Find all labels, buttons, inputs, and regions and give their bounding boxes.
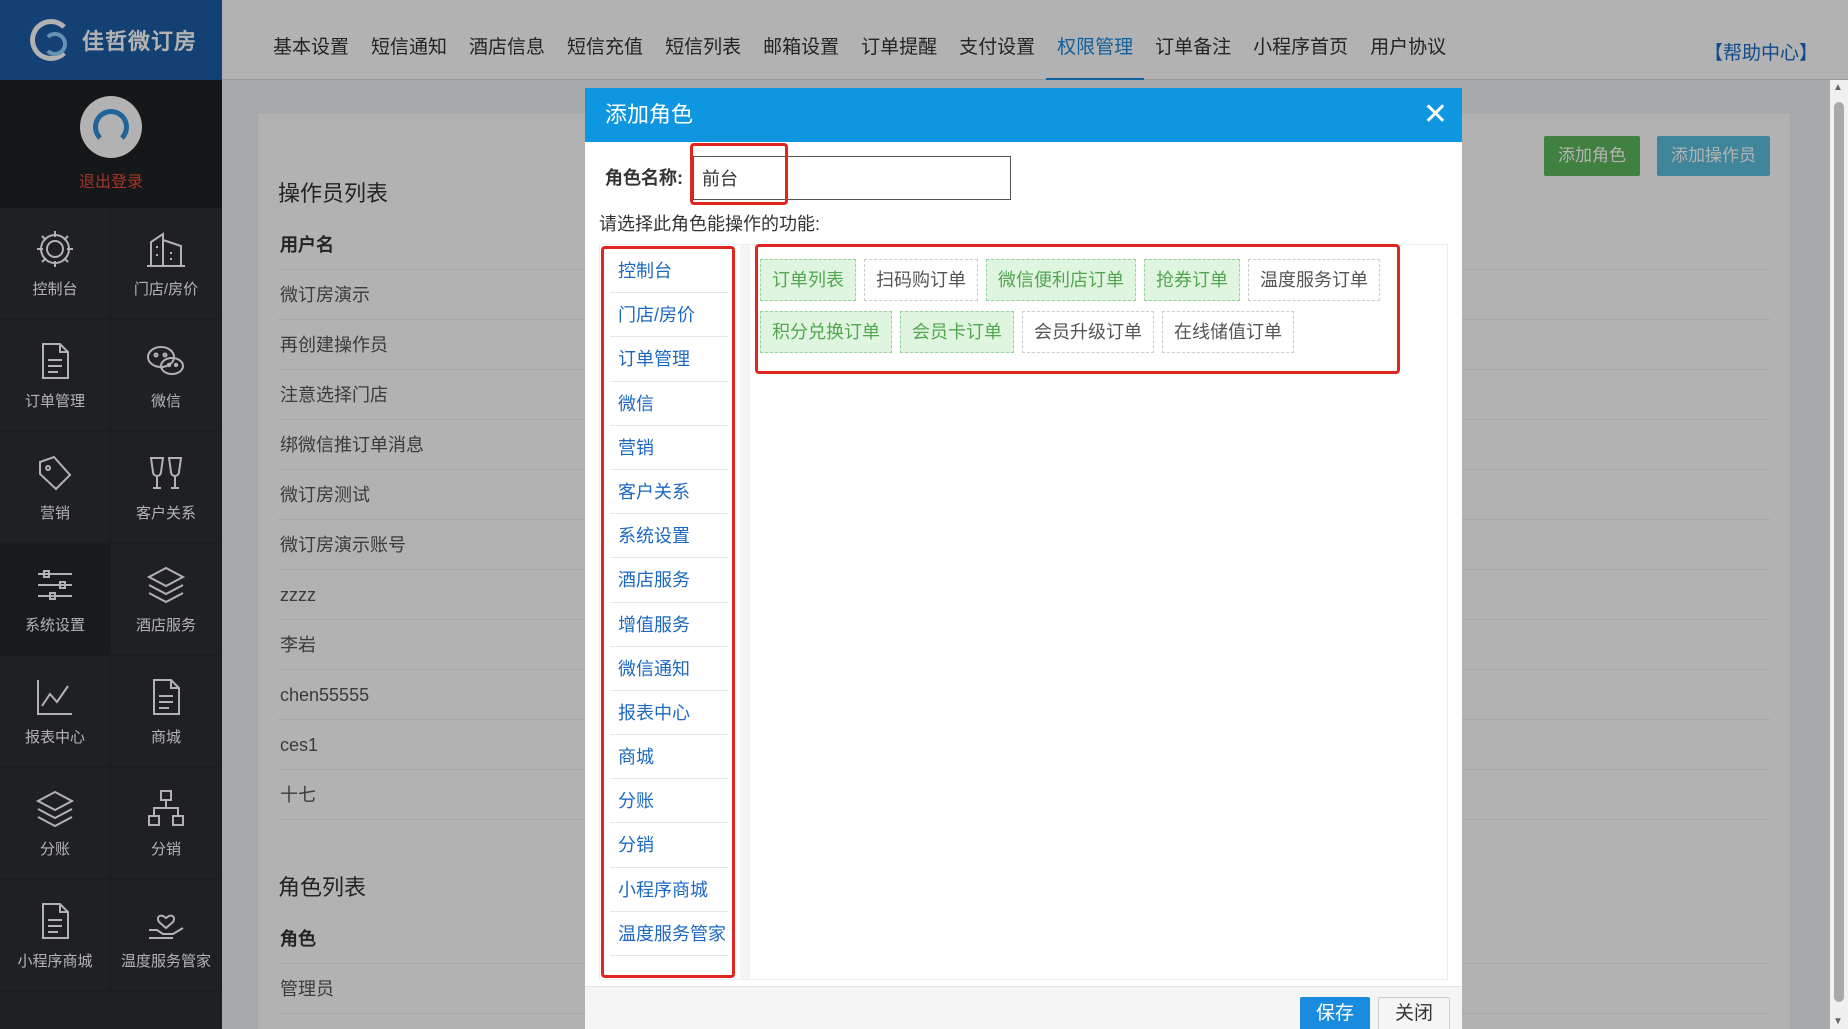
permission-order-list[interactable]: 订单列表 (760, 259, 856, 301)
role-name-label: 角色名称: (605, 168, 683, 188)
permission-coupon-order[interactable]: 抢券订单 (1144, 259, 1240, 301)
permission-wechat-store-order[interactable]: 微信便利店订单 (986, 259, 1136, 301)
category-item[interactable]: 分账 (610, 779, 728, 824)
category-item[interactable]: 分销 (610, 823, 728, 868)
panel-divider (740, 245, 750, 979)
close-button[interactable]: 关闭 (1378, 997, 1450, 1029)
category-item[interactable]: 商城 (610, 735, 728, 780)
permission-temperature-order[interactable]: 温度服务订单 (1248, 259, 1380, 301)
category-item[interactable]: 报表中心 (610, 691, 728, 736)
category-list: 控制台 门店/房价 订单管理 微信 营销 客户关系 系统设置 酒店服务 增值服务… (610, 249, 728, 956)
category-item[interactable]: 增值服务 (610, 603, 728, 647)
role-name-input[interactable] (693, 156, 1011, 200)
category-item[interactable]: 小程序商城 (610, 868, 728, 912)
close-icon[interactable]: ✕ (1423, 88, 1448, 142)
permission-membercard-order[interactable]: 会员卡订单 (900, 311, 1014, 353)
save-button[interactable]: 保存 (1300, 997, 1370, 1029)
permission-online-deposit-order[interactable]: 在线储值订单 (1162, 311, 1294, 353)
dialog-footer: 保存 关闭 (585, 986, 1462, 1029)
scroll-up-icon[interactable]: ▲ (1833, 82, 1843, 93)
permission-panel: 控制台 门店/房价 订单管理 微信 营销 客户关系 系统设置 酒店服务 增值服务… (599, 244, 1448, 980)
dialog-title: 添加角色 (605, 102, 694, 127)
category-item[interactable]: 控制台 (610, 249, 728, 294)
permission-scan-order[interactable]: 扫码购订单 (864, 259, 978, 301)
scroll-down-icon[interactable]: ▼ (1833, 1016, 1843, 1027)
add-role-dialog: 添加角色 ✕ 角色名称: 请选择此角色能操作的功能: 控制台 门店/房价 订单管… (585, 88, 1462, 1029)
permission-hint: 请选择此角色能操作的功能: (599, 214, 820, 234)
category-item[interactable]: 酒店服务 (610, 558, 728, 603)
category-item[interactable]: 订单管理 (610, 337, 728, 382)
category-item[interactable]: 营销 (610, 426, 728, 470)
scrollbar-thumb[interactable] (1834, 102, 1844, 1002)
permission-points-order[interactable]: 积分兑换订单 (760, 311, 892, 353)
category-item[interactable]: 门店/房价 (610, 293, 728, 338)
permission-options: 订单列表 扫码购订单 微信便利店订单 抢券订单 温度服务订单积分兑换订单 会员卡订单 会员升… (760, 259, 1440, 363)
category-item[interactable]: 微信通知 (610, 647, 728, 691)
category-item[interactable]: 系统设置 (610, 514, 728, 559)
page-scrollbar[interactable]: ▲ ▼ (1830, 80, 1848, 1029)
dialog-header: 添加角色 ✕ (585, 88, 1462, 142)
permission-member-upgrade-order[interactable]: 会员升级订单 (1022, 311, 1154, 353)
category-item[interactable]: 客户关系 (610, 470, 728, 515)
category-item[interactable]: 温度服务管家 (610, 912, 728, 956)
category-item[interactable]: 微信 (610, 382, 728, 426)
